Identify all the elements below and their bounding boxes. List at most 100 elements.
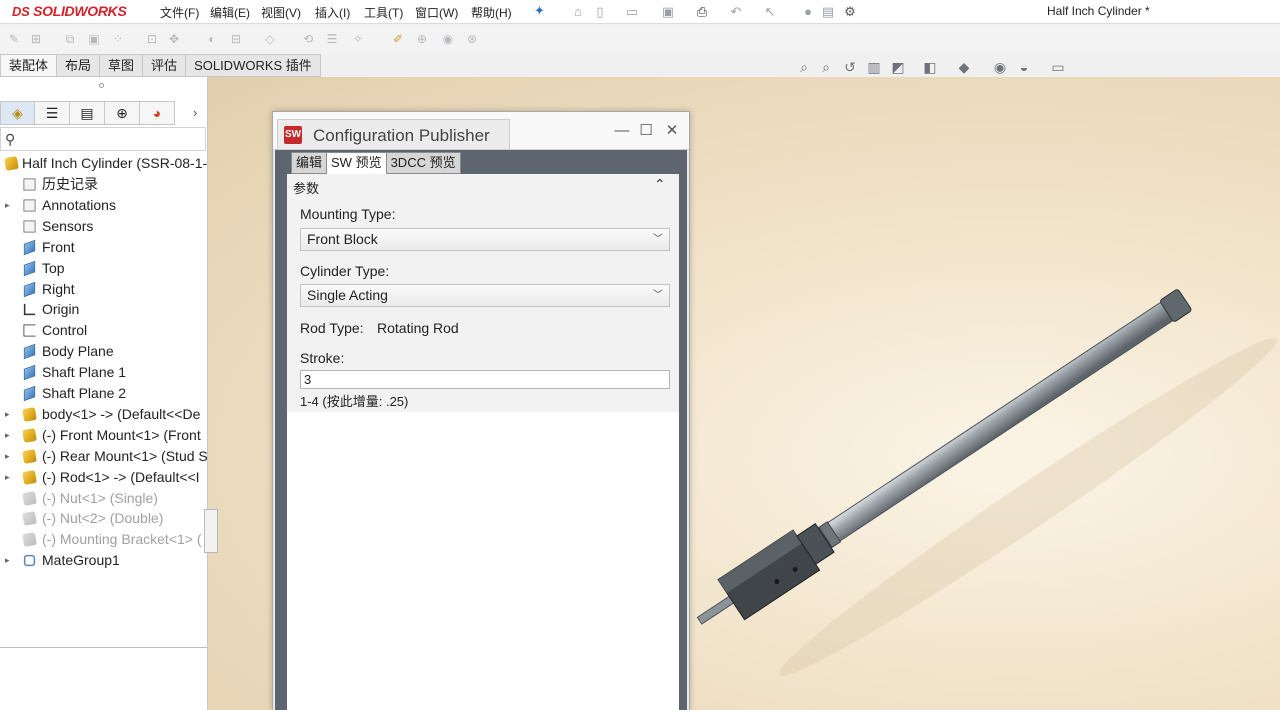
feature-manager-tab-icon[interactable]: ◈ [0, 101, 35, 125]
new-motion-study-icon[interactable]: ⟲ [300, 31, 316, 47]
menu-tools[interactable]: 工具(T) [364, 4, 403, 21]
tree-root[interactable]: Half Inch Cylinder (SSR-08-1- [0, 153, 207, 174]
tree-item[interactable]: Control [0, 320, 207, 341]
tree-item[interactable]: ▸ body<1> -> (Default<<De [0, 404, 207, 425]
tree-item[interactable]: Right [0, 279, 207, 300]
tree-item[interactable]: ▸ (-) Rod<1> -> (Default<<I [0, 467, 207, 488]
undo-icon[interactable]: ↶ [728, 4, 744, 20]
previous-view-icon[interactable]: ↺ [841, 58, 859, 76]
cylinder-type-select[interactable]: Single Acting ﹀ [300, 284, 670, 307]
expand-arrow-icon[interactable]: ▸ [5, 404, 13, 425]
maximize-icon[interactable]: ☐ [637, 122, 655, 140]
show-hidden-icon[interactable]: ◐ [204, 31, 220, 47]
chevron-up-icon[interactable]: ⌃ [654, 176, 666, 193]
configuration-manager-tab-icon[interactable]: ▤ [70, 101, 105, 125]
large-assembly-icon[interactable]: ⊛ [464, 31, 480, 47]
open-folder-icon[interactable]: ▭ [624, 4, 640, 20]
menu-help[interactable]: 帮助(H) [471, 4, 512, 21]
insert-component-icon[interactable]: ⊞ [28, 31, 44, 47]
exploded-view-icon[interactable]: ✧ [350, 31, 366, 47]
tree-item[interactable]: Shaft Plane 2 [0, 383, 207, 404]
print-icon[interactable]: ⎙ [694, 4, 710, 20]
tree-horizontal-tooltip-scroll[interactable] [204, 509, 218, 553]
display-manager-tab-icon[interactable]: ◕ [140, 101, 175, 125]
tree-item[interactable]: ▸ (-) Front Mount<1> (Front [0, 425, 207, 446]
tree-item-label: 历史记录 [42, 176, 98, 192]
linear-pattern-icon[interactable]: ⁘ [110, 31, 126, 47]
close-icon[interactable]: ✕ [663, 122, 681, 140]
tab-evaluate[interactable]: 评估 [143, 54, 187, 77]
filter-icon[interactable]: ⚲ [5, 131, 15, 148]
tree-item[interactable]: Sensors [0, 216, 207, 237]
menu-edit[interactable]: 编辑(E) [210, 4, 250, 21]
dynamic-annotation-icon[interactable]: ◩ [889, 58, 907, 76]
tab-sw-preview[interactable]: SW 预览 [326, 152, 387, 176]
zoom-to-area-icon[interactable]: ⌕ [817, 58, 835, 76]
home-icon[interactable]: ⌂ [570, 4, 586, 20]
minimize-icon[interactable]: — [613, 122, 631, 140]
component-preview-icon[interactable]: ▣ [86, 31, 102, 47]
tree-filter[interactable]: ⚲ [0, 127, 206, 151]
menu-file[interactable]: 文件(F) [160, 4, 199, 21]
move-component-icon[interactable]: ✥ [166, 31, 182, 47]
take-snapshot-icon[interactable]: ◉ [440, 31, 456, 47]
tab-3dcc-preview[interactable]: 3DCC 预览 [385, 152, 461, 174]
tree-item[interactable]: (-) Mounting Bracket<1> ( [0, 529, 207, 550]
view-orientation-icon[interactable]: ◧ [921, 58, 939, 76]
property-manager-tab-icon[interactable]: ☰ [35, 101, 70, 125]
save-icon[interactable]: ▣ [660, 4, 676, 20]
view-settings-icon[interactable]: ▭ [1049, 58, 1067, 76]
tree-item-label: (-) Front Mount<1> (Front [42, 426, 201, 443]
expand-arrow-icon[interactable]: ▸ [5, 550, 13, 571]
tree-item[interactable]: Front [0, 237, 207, 258]
options-gear-icon[interactable]: ⚙ [842, 4, 858, 20]
expand-arrow-icon[interactable]: ▸ [5, 467, 13, 488]
tree-item[interactable]: (-) Nut<1> (Single) [0, 488, 207, 509]
new-document-icon[interactable]: ▯ [592, 4, 608, 20]
tab-edit[interactable]: 编辑 [291, 152, 328, 174]
mate-icon[interactable]: ⧉ [62, 31, 78, 47]
tab-solidworks-addins[interactable]: SOLIDWORKS 插件 [186, 54, 321, 77]
menu-insert[interactable]: 插入(I) [315, 4, 350, 21]
display-style-icon[interactable]: ◆ [955, 58, 973, 76]
window-titlebar[interactable]: SW Configuration Publisher — ☐ ✕ [273, 112, 689, 150]
solidworks-logo[interactable]: DS SOLIDWORKS [12, 3, 127, 19]
pin-icon[interactable]: ✦ [534, 3, 545, 19]
tree-item[interactable]: Shaft Plane 1 [0, 362, 207, 383]
bill-of-materials-icon[interactable]: ☰ [324, 31, 340, 47]
menu-window[interactable]: 窗口(W) [415, 4, 458, 21]
tab-layout[interactable]: 布局 [57, 54, 101, 77]
panel-splitter-handle[interactable] [99, 83, 104, 88]
rebuild-icon[interactable]: ● [800, 4, 816, 20]
edit-appearance-icon[interactable]: ◒ [1015, 58, 1033, 76]
reference-geometry-icon[interactable]: ◇ [262, 31, 278, 47]
tab-sketch[interactable]: 草图 [100, 54, 144, 77]
expand-arrow-icon[interactable]: ▸ [5, 446, 13, 467]
tree-item[interactable]: Origin [0, 299, 207, 320]
menu-view[interactable]: 视图(V) [261, 4, 301, 21]
tree-item[interactable]: Body Plane [0, 341, 207, 362]
tree-item[interactable]: ▸ Annotations [0, 195, 207, 216]
chevron-right-icon[interactable]: › [193, 105, 197, 120]
file-properties-icon[interactable]: ▤ [820, 4, 836, 20]
expand-arrow-icon[interactable]: ▸ [5, 195, 13, 216]
zoom-to-fit-icon[interactable]: ⌕ [795, 58, 813, 76]
tree-item[interactable]: (-) Nut<2> (Double) [0, 508, 207, 529]
mounting-type-select[interactable]: Front Block ﹀ [300, 228, 670, 251]
edit-component-icon[interactable]: ✎ [6, 31, 22, 47]
update-speedpak-icon[interactable]: ⊕ [414, 31, 430, 47]
dimxpert-manager-tab-icon[interactable]: ⊕ [105, 101, 140, 125]
expand-arrow-icon[interactable]: ▸ [5, 425, 13, 446]
instant3d-icon[interactable]: ✐ [390, 31, 406, 47]
tree-item[interactable]: ▸ MateGroup1 [0, 550, 207, 571]
tree-item[interactable]: ▸ (-) Rear Mount<1> (Stud S [0, 446, 207, 467]
assembly-features-icon[interactable]: ⊟ [228, 31, 244, 47]
tree-item[interactable]: 历史记录 [0, 174, 207, 195]
tab-assembly[interactable]: 装配体 [0, 54, 58, 77]
stroke-input[interactable] [300, 370, 670, 389]
section-view-icon[interactable]: ▥ [865, 58, 883, 76]
hide-show-items-icon[interactable]: ◉ [991, 58, 1009, 76]
tree-item[interactable]: Top [0, 258, 207, 279]
smart-fasteners-icon[interactable]: ⊡ [144, 31, 160, 47]
select-icon[interactable]: ↖ [762, 4, 778, 20]
